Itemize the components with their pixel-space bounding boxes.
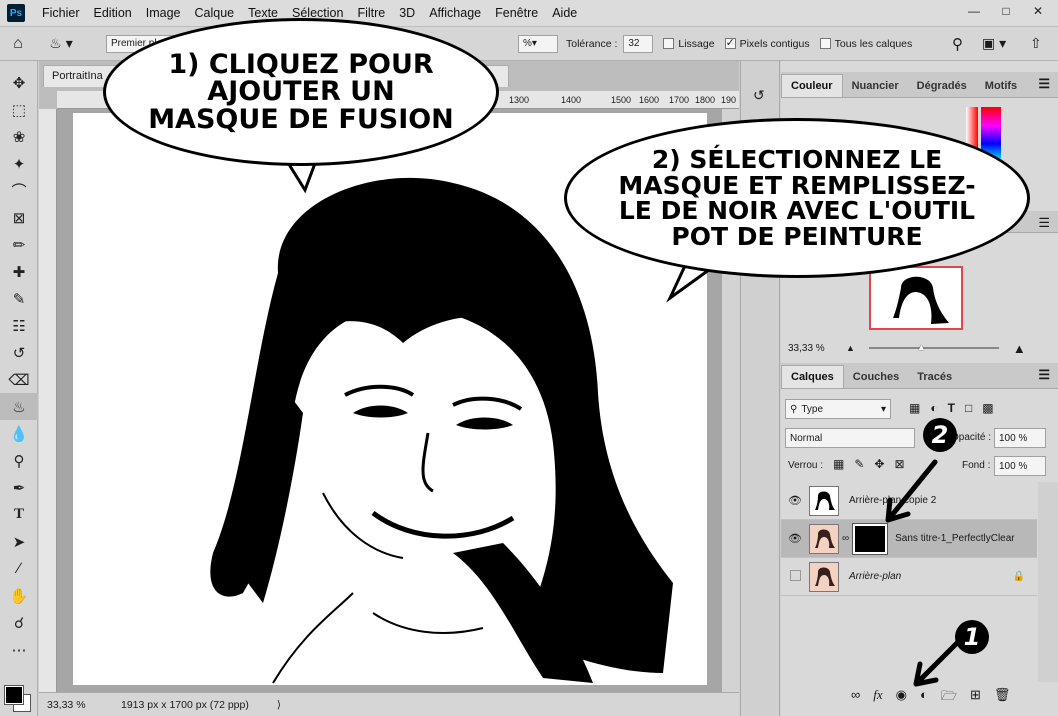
callout-bubble-step2: 2) Sélectionnez le masque et remplissez-… <box>564 118 1030 278</box>
badge-number: 1 <box>963 623 981 651</box>
badge-number: 2 <box>931 421 949 449</box>
step-badge-2: 2 <box>923 418 957 452</box>
callout-text: 1) Cliquez pour ajouter un masque de fus… <box>148 48 454 135</box>
callout-text: 2) Sélectionnez le masque et remplissez-… <box>618 145 976 251</box>
step-badge-1: 1 <box>955 620 989 654</box>
photoshop-window: Ps Fichier Edition Image Calque Texte Sé… <box>0 0 1058 716</box>
callout-bubble-step1: 1) Cliquez pour ajouter un masque de fus… <box>103 18 499 166</box>
